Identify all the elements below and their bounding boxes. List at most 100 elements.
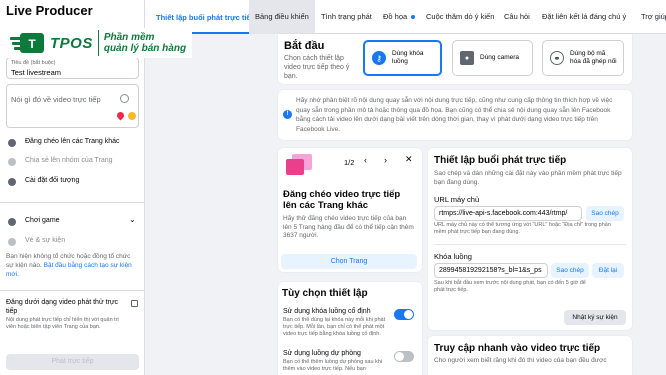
crosspost-row[interactable]: Đăng chéo lên các Trang khác — [6, 137, 139, 149]
logo-word: TPOS — [50, 34, 93, 52]
tab-stream-health[interactable]: Tình trạng phát — [321, 0, 372, 34]
unpublished-checkbox[interactable] — [131, 300, 138, 307]
share-group-row[interactable]: Chia sẻ lên nhóm của Trang — [6, 156, 139, 168]
key-icon: ⚷ — [372, 51, 386, 65]
stream-key-label: Dùng khóa luồng — [392, 50, 424, 65]
audience-row[interactable]: Cài đặt đối tượng — [6, 176, 139, 188]
pager: 1/2 — [344, 158, 355, 167]
go-live-button[interactable]: Phát trực tiếp — [6, 354, 139, 370]
start-desc: Chọn cách thiết lập video trực tiếp theo… — [284, 55, 350, 80]
quick-access-card: Truy cập nhanh vào video trực tiếp Cho n… — [428, 336, 632, 375]
chevron-down-icon: ⌄ — [129, 215, 136, 224]
tpos-logo-mark: T — [10, 32, 46, 54]
tab-graphics[interactable]: Đồ họa — [383, 0, 416, 34]
stream-key-input[interactable]: 289945819292158?s_bl=1&s_ps — [434, 263, 548, 278]
crosspost-label: Đăng chéo lên các Trang khác — [25, 138, 120, 145]
tab-polls[interactable]: Cuộc thăm dò ý kiến — [426, 0, 494, 34]
camera-option[interactable]: ● Dùng camera — [452, 40, 533, 76]
stream-key-value: 289945819292158?s_bl=1&s_ps — [439, 267, 542, 274]
crosspost-title: Đăng chéo video trực tiếp lên các Trang … — [283, 189, 401, 211]
start-card: Bắt đầu Chọn cách thiết lập video trực t… — [278, 34, 632, 84]
location-label: Vé & sự kiện — [25, 237, 66, 244]
server-url-label: URL máy chủ — [434, 195, 480, 204]
copy-stream-key-button[interactable]: Sao chép — [551, 263, 589, 278]
share-group-label: Chia sẻ lên nhóm của Trang — [25, 157, 113, 164]
stream-setup-title: Thiết lập buổi phát trực tiếp — [434, 155, 567, 166]
location-row[interactable]: Vé & sự kiện — [6, 236, 139, 248]
group-icon — [8, 158, 16, 166]
description-input[interactable]: Nói gì đó về video trực tiếp — [6, 84, 139, 128]
ticket-icon — [8, 238, 16, 246]
persistent-key-desc: Bạn có thể dùng lại khóa này mỗi khi phá… — [283, 317, 386, 337]
info-icon: ! — [283, 110, 292, 119]
game-row[interactable]: Chơi game ⌄ — [6, 215, 139, 228]
tab-graphics-label: Đồ họa — [383, 12, 408, 21]
svg-text:T: T — [28, 37, 36, 51]
quick-access-title: Truy cập nhanh vào video trực tiếp — [434, 343, 601, 354]
tab-help[interactable]: Trợ giúp — [641, 0, 666, 34]
audience-label: Cài đặt đối tượng — [25, 177, 80, 184]
link-icon: ⚭ — [550, 51, 564, 65]
divider — [0, 202, 144, 203]
paired-encoder-label: Dùng bộ mã hóa đã ghép nối — [570, 50, 617, 65]
close-icon[interactable]: ✕ — [405, 154, 413, 165]
emoji-icon[interactable] — [120, 94, 129, 103]
stream-key-hint: Sau khi bắt đầu xem trước nội dung phát,… — [434, 280, 586, 293]
brand-logo: T TPOS Phần mềm quản lý bán hàng — [6, 28, 192, 58]
reset-stream-key-button[interactable]: Đặt lại — [592, 263, 624, 278]
stream-key-option[interactable]: ⚷ Dùng khóa luồng — [363, 40, 442, 76]
server-url-hint: URL máy chủ này có thể tương ứng với "UR… — [434, 222, 611, 235]
event-hint: Bạn hiện không tổ chức hoặc đồng tổ chức… — [6, 252, 139, 279]
pages-icon — [8, 139, 16, 147]
backup-stream-toggle[interactable] — [394, 351, 414, 362]
prev-arrow-icon[interactable]: ‹ — [364, 155, 367, 165]
tab-dashboard[interactable]: Bảng điều khiển — [249, 0, 315, 34]
camera-icon: ● — [460, 51, 474, 65]
copy-server-url-button[interactable]: Sao chép — [586, 206, 624, 221]
logo-separator — [97, 30, 99, 56]
server-url-input[interactable]: rtmps://live-api-s.facebook.com:443/rtmp… — [434, 206, 582, 221]
title-value: Test livestream — [11, 68, 62, 77]
title-label: Tiêu đề (bắt buộc) — [11, 60, 56, 66]
logo-tagline: Phần mềm quản lý bán hàng — [104, 32, 186, 54]
select-pages-button[interactable]: Chọn Trang — [281, 254, 417, 269]
game-controller-icon — [8, 218, 16, 226]
divider — [0, 290, 144, 291]
divider — [434, 244, 626, 245]
settings-card: Tùy chọn thiết lập Sử dụng khóa luồng cố… — [278, 282, 422, 375]
panel-title: Live Producer — [6, 3, 93, 18]
event-log-button[interactable]: Nhật ký sự kiện — [564, 310, 626, 325]
tab-featured-link[interactable]: Đặt liên kết lá đáng chú ý — [542, 0, 626, 34]
unpublished-title: Đăng dưới dạng video phát thử trực tiếp — [6, 299, 119, 315]
quick-access-desc: Cho người xem biết rằng khi đó thì video… — [434, 357, 607, 364]
backup-stream-title: Sử dụng luồng dự phòng — [283, 350, 361, 357]
start-title: Bắt đầu — [284, 40, 325, 52]
notice-card: ! Hãy nhớ phân biệt rõ nội dung quay sẵn… — [278, 90, 632, 140]
gear-icon — [8, 178, 16, 186]
notice-text: Hãy nhớ phân biệt rõ nội dung quay sẵn v… — [296, 97, 613, 133]
stream-key-label: Khóa luồng — [434, 252, 472, 261]
crosspost-desc: Hãy thử đăng chéo video trực tiếp của bạ… — [283, 215, 414, 239]
crosspost-card: 1/2 ‹ › ✕ Đăng chéo video trực tiếp lên … — [278, 148, 422, 272]
persistent-key-toggle[interactable] — [394, 309, 414, 320]
tab-bar: Thiết lập buổi phát trực tiếp Bảng điều … — [145, 0, 666, 34]
stream-setup-desc: Sao chép và dán những cài đặt này vào ph… — [434, 170, 622, 186]
server-url-value: rtmps://live-api-s.facebook.com:443/rtmp… — [439, 210, 568, 217]
logo-tagline-1: Phần mềm — [103, 32, 155, 43]
backup-stream-desc: Bạn có thể thêm luồng dự phòng sau khi t… — [283, 359, 383, 372]
tab-questions[interactable]: Câu hỏi — [504, 0, 530, 34]
title-input[interactable]: Tiêu đề (bắt buộc) Test livestream — [6, 57, 139, 79]
persistent-key-title: Sử dụng khóa luồng cố định — [283, 308, 371, 315]
crosspost-illustration — [284, 154, 312, 180]
tag-icon[interactable] — [128, 112, 136, 120]
next-arrow-icon[interactable]: › — [384, 155, 387, 165]
description-placeholder: Nói gì đó về video trực tiếp — [11, 95, 101, 104]
new-dot-icon — [411, 15, 416, 20]
location-pin-icon[interactable] — [115, 110, 126, 121]
unpublished-desc: Nội dung phát trực tiếp chỉ hiển thị với… — [6, 317, 119, 330]
game-label: Chơi game — [25, 217, 60, 224]
stream-setup-card: Thiết lập buổi phát trực tiếp Sao chép v… — [428, 148, 632, 330]
paired-encoder-option[interactable]: ⚭ Dùng bộ mã hóa đã ghép nối — [542, 40, 624, 76]
camera-label: Dùng camera — [480, 54, 520, 61]
settings-title: Tùy chọn thiết lập — [282, 288, 368, 299]
